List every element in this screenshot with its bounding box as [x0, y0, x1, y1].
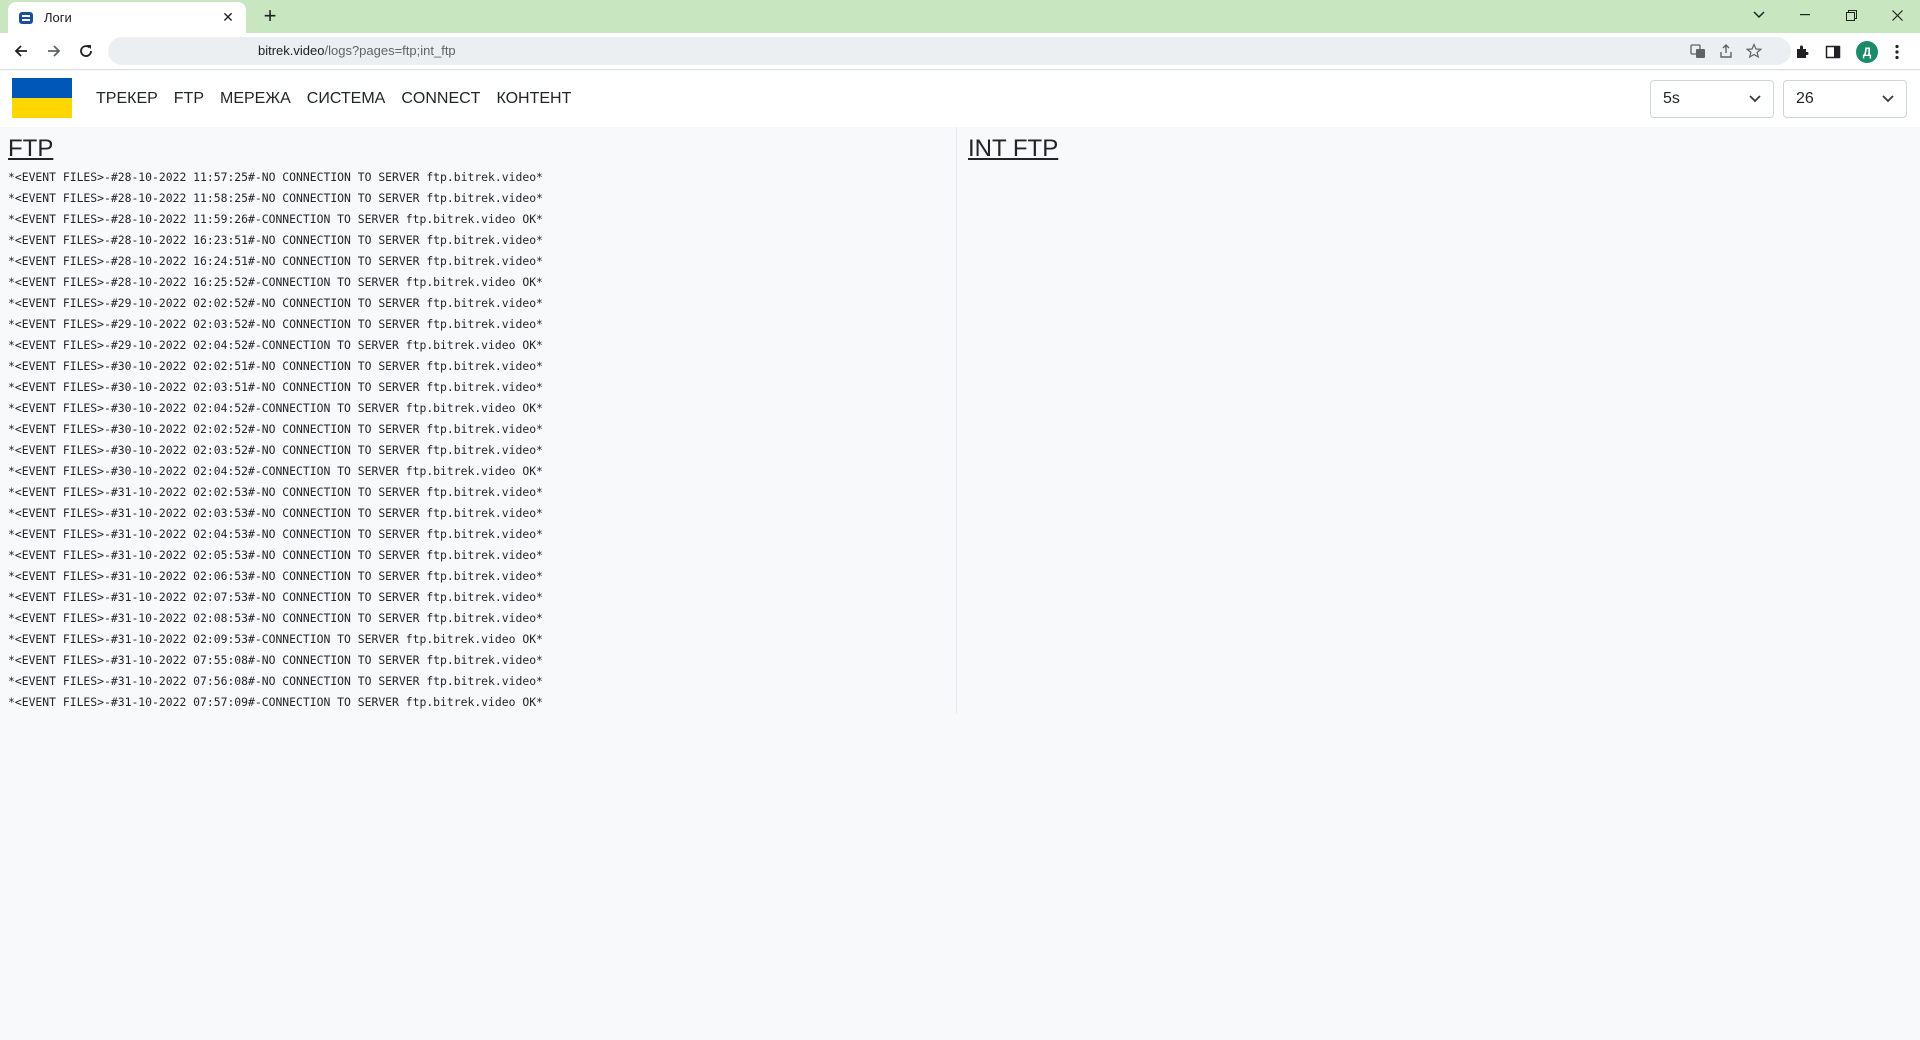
- log-line: *<EVENT FILES>-#28-10-2022 11:58:25#-NO …: [8, 191, 543, 205]
- nav-item-tracker[interactable]: ТРЕКЕР: [88, 90, 166, 108]
- log-line: *<EVENT FILES>-#30-10-2022 02:02:51#-NO …: [8, 359, 543, 373]
- log-line: *<EVENT FILES>-#29-10-2022 02:04:52#-CON…: [8, 338, 543, 352]
- log-line: *<EVENT FILES>-#31-10-2022 02:09:53#-CON…: [8, 632, 543, 646]
- extensions-icon[interactable]: [1791, 41, 1813, 63]
- forward-arrow-icon[interactable]: [40, 37, 68, 65]
- log-line: *<EVENT FILES>-#30-10-2022 02:02:52#-NO …: [8, 422, 543, 436]
- log-line: *<EVENT FILES>-#30-10-2022 02:03:52#-NO …: [8, 443, 543, 457]
- log-line: *<EVENT FILES>-#28-10-2022 16:24:51#-NO …: [8, 254, 543, 268]
- log-line: *<EVENT FILES>-#31-10-2022 02:02:53#-NO …: [8, 485, 543, 499]
- address-bar[interactable]: bitrek.video/logs?pages=ftp;int_ftp: [108, 37, 1791, 65]
- int-ftp-log-panel: INT FTP: [960, 127, 1920, 714]
- log-line: *<EVENT FILES>-#28-10-2022 16:25:52#-CON…: [8, 275, 543, 289]
- close-window-icon[interactable]: [1874, 0, 1920, 30]
- new-tab-button[interactable]: +: [258, 5, 282, 29]
- log-line: *<EVENT FILES>-#30-10-2022 02:03:51#-NO …: [8, 380, 543, 394]
- ukraine-flag-logo[interactable]: [12, 78, 72, 118]
- main-menu: ТРЕКЕР FTP МЕРЕЖА СИСТЕМА CONNECT КОНТЕН…: [88, 71, 579, 127]
- browser-tab-strip: Логи ✕ +: [0, 0, 1920, 33]
- log-line: *<EVENT FILES>-#31-10-2022 07:55:08#-NO …: [8, 653, 543, 667]
- ftp-panel-title: FTP: [8, 135, 54, 162]
- panel-divider: [956, 127, 957, 714]
- log-line: *<EVENT FILES>-#31-10-2022 02:06:53#-NO …: [8, 569, 543, 583]
- url-text[interactable]: bitrek.video/logs?pages=ftp;int_ftp: [258, 43, 456, 58]
- log-line: *<EVENT FILES>-#31-10-2022 02:05:53#-NO …: [8, 548, 543, 562]
- refresh-interval-select[interactable]: 5s: [1650, 80, 1774, 118]
- log-line: *<EVENT FILES>-#28-10-2022 16:23:51#-NO …: [8, 233, 543, 247]
- log-line: *<EVENT FILES>-#31-10-2022 07:57:09#-CON…: [8, 695, 543, 709]
- int-ftp-panel-title: INT FTP: [968, 135, 1059, 162]
- log-line: *<EVENT FILES>-#31-10-2022 02:08:53#-NO …: [8, 611, 543, 625]
- log-line: *<EVENT FILES>-#31-10-2022 07:56:08#-NO …: [8, 674, 543, 688]
- star-icon[interactable]: [1744, 41, 1764, 61]
- menu-kebab-icon[interactable]: [1886, 41, 1908, 63]
- site-favicon-icon: [18, 10, 34, 26]
- logs-content: FTP *<EVENT FILES>-#28-10-2022 11:57:25#…: [0, 127, 1920, 1040]
- line-count-select[interactable]: 26: [1783, 80, 1907, 118]
- site-navbar: ТРЕКЕР FTP МЕРЕЖА СИСТЕМА CONNECT КОНТЕН…: [0, 71, 1920, 127]
- log-line: *<EVENT FILES>-#31-10-2022 02:07:53#-NO …: [8, 590, 543, 604]
- log-line: *<EVENT FILES>-#29-10-2022 02:02:52#-NO …: [8, 296, 543, 310]
- refresh-interval-value: 5s: [1663, 90, 1680, 107]
- log-line: *<EVENT FILES>-#30-10-2022 02:04:52#-CON…: [8, 401, 543, 415]
- tab-close-icon[interactable]: ✕: [220, 9, 236, 26]
- chevron-down-icon: [1882, 90, 1894, 108]
- ftp-log-panel: FTP *<EVENT FILES>-#28-10-2022 11:57:25#…: [0, 127, 956, 714]
- log-line: *<EVENT FILES>-#28-10-2022 11:57:25#-NO …: [8, 170, 543, 184]
- restore-icon[interactable]: [1828, 0, 1874, 30]
- chevron-down-icon: [1749, 90, 1761, 108]
- profile-avatar[interactable]: Д: [1856, 41, 1878, 63]
- log-line: *<EVENT FILES>-#30-10-2022 02:04:52#-CON…: [8, 464, 543, 478]
- log-line: *<EVENT FILES>-#29-10-2022 02:03:52#-NO …: [8, 317, 543, 331]
- log-line: *<EVENT FILES>-#31-10-2022 02:03:53#-NO …: [8, 506, 543, 520]
- ftp-log-list: *<EVENT FILES>-#28-10-2022 11:57:25#-NO …: [8, 167, 543, 713]
- translate-icon[interactable]: [1688, 41, 1708, 61]
- tab-search-icon[interactable]: [1736, 0, 1782, 30]
- nav-item-network[interactable]: МЕРЕЖА: [212, 90, 299, 108]
- nav-item-ftp[interactable]: FTP: [166, 90, 212, 108]
- back-arrow-icon[interactable]: [7, 37, 35, 65]
- log-line: *<EVENT FILES>-#28-10-2022 11:59:26#-CON…: [8, 212, 543, 226]
- log-line: *<EVENT FILES>-#31-10-2022 02:04:53#-NO …: [8, 527, 543, 541]
- share-icon[interactable]: [1716, 41, 1736, 61]
- nav-item-content[interactable]: КОНТЕНТ: [488, 90, 579, 108]
- nav-item-connect[interactable]: CONNECT: [393, 90, 488, 108]
- tab-title: Логи: [44, 10, 72, 25]
- reload-icon[interactable]: [72, 37, 100, 65]
- line-count-value: 26: [1796, 90, 1814, 107]
- nav-item-system[interactable]: СИСТЕМА: [299, 90, 394, 108]
- side-panel-icon[interactable]: [1822, 41, 1844, 63]
- browser-toolbar: bitrek.video/logs?pages=ftp;int_ftp Д: [0, 33, 1920, 70]
- minimize-icon[interactable]: [1782, 0, 1828, 30]
- browser-tab[interactable]: Логи ✕: [8, 2, 246, 33]
